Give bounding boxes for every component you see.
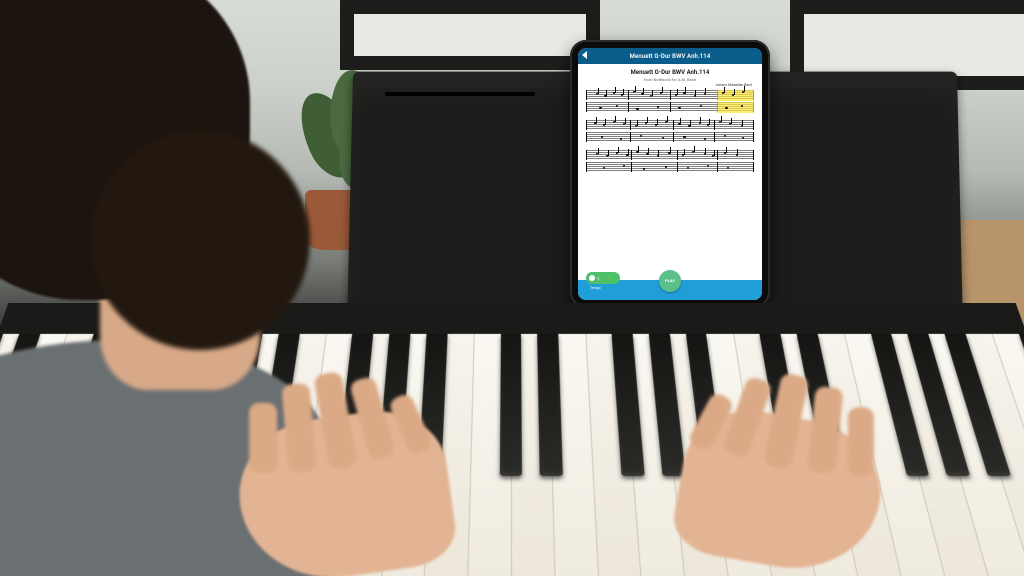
app-footer: 1 Tempo PLAY	[578, 280, 762, 300]
tempo-pill-value: 1	[597, 276, 599, 281]
music-stand-slot	[385, 92, 535, 96]
tablet-device: Menuett G-Dur BWV Anh.114 Menuett G-Dur …	[570, 40, 770, 308]
piece-title: Menuett G-Dur BWV Anh.114	[631, 70, 710, 76]
header-title: Menuett G-Dur BWV Anh.114	[630, 53, 711, 60]
treble-staff	[586, 90, 754, 100]
bass-staff	[586, 102, 754, 112]
play-button[interactable]: PLAY	[659, 270, 681, 292]
black-key	[499, 334, 522, 476]
back-icon[interactable]	[582, 51, 587, 59]
staff-system	[586, 90, 754, 114]
piano-control-panel	[0, 303, 1024, 334]
tempo-pill-caption: Tempo	[590, 286, 601, 290]
photo-scene: Menuett G-Dur BWV Anh.114 Menuett G-Dur …	[0, 0, 1024, 576]
tempo-pill[interactable]: 1	[586, 272, 620, 284]
left-hand	[230, 402, 460, 576]
sheet-music-area[interactable]: Menuett G-Dur BWV Anh.114 from Notebook …	[578, 64, 762, 280]
staff-system	[586, 120, 754, 144]
bass-staff	[586, 162, 754, 172]
composer-name: Johann Sebastian Bach	[715, 83, 752, 87]
white-key	[468, 334, 512, 576]
piece-subtitle: from Notebook for A.M. Bach	[644, 77, 696, 82]
tempo-pill-dot-icon	[589, 275, 595, 281]
app-header: Menuett G-Dur BWV Anh.114	[578, 48, 762, 64]
treble-staff	[586, 120, 754, 130]
play-button-label: PLAY	[665, 279, 675, 283]
tablet-screen: Menuett G-Dur BWV Anh.114 Menuett G-Dur …	[578, 48, 762, 300]
staff-system	[586, 150, 754, 174]
bass-staff	[586, 132, 754, 142]
treble-staff	[586, 150, 754, 160]
